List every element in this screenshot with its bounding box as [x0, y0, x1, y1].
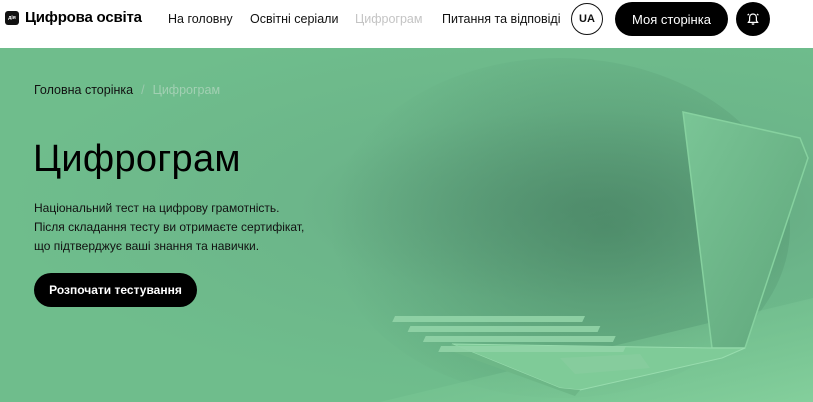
nav-link-home[interactable]: На головну — [168, 12, 233, 26]
breadcrumb-separator: / — [141, 83, 145, 97]
hero-section: Головна сторінка / Цифрограм Цифрограм Н… — [0, 48, 813, 402]
description-line: що підтверджує ваші знання та навички. — [34, 239, 260, 253]
logo-text: Цифрова освіта — [25, 9, 142, 26]
nav-link-series[interactable]: Освітні серіали — [250, 12, 338, 26]
hero-description: Національний тест на цифрову грамотність… — [34, 199, 334, 256]
my-page-button[interactable]: Моя сторінка — [615, 2, 728, 36]
page-title: Цифрограм — [33, 138, 241, 180]
description-line: Після складання тесту ви отримаєте серти… — [34, 220, 305, 234]
breadcrumb-home-link[interactable]: Головна сторінка — [34, 83, 133, 97]
language-button[interactable]: UA — [571, 3, 603, 35]
description-line: Національний тест на цифрову грамотність… — [34, 201, 280, 215]
breadcrumb-current: Цифрограм — [152, 83, 221, 97]
notifications-button[interactable] — [736, 2, 770, 36]
site-header: дія Цифрова освіта На головну Освітні се… — [0, 0, 813, 48]
alarm-bell-icon — [747, 13, 759, 25]
nav-link-tsyfrogram[interactable]: Цифрограм — [355, 12, 422, 26]
nav-link-faq[interactable]: Питання та відповіді — [442, 12, 560, 26]
diia-logo-icon: дія — [5, 10, 19, 25]
breadcrumb: Головна сторінка / Цифрограм — [34, 83, 220, 97]
logo[interactable]: дія Цифрова освіта — [5, 9, 142, 26]
start-test-button[interactable]: Розпочати тестування — [34, 273, 197, 307]
